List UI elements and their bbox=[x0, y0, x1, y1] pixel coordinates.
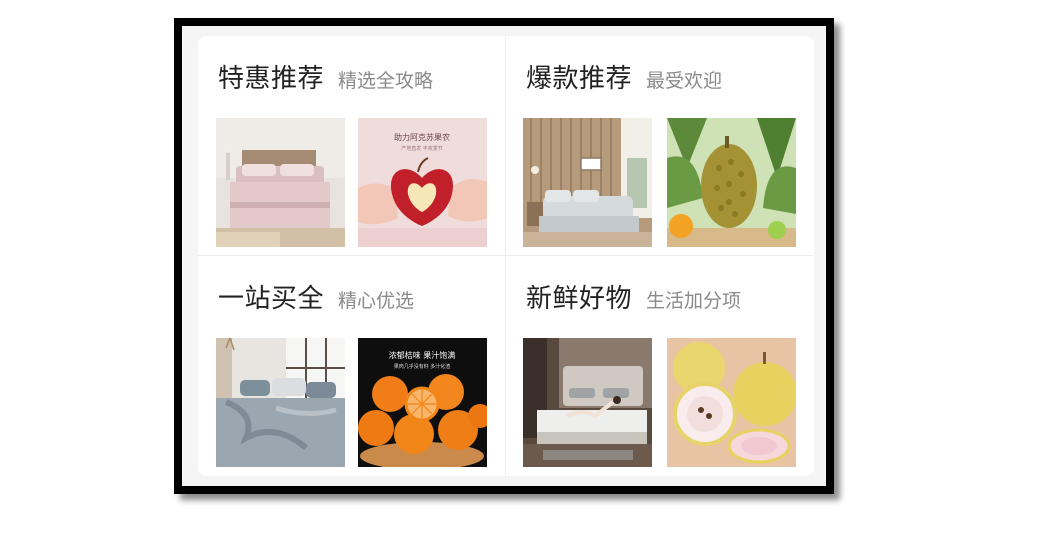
product-mattress[interactable] bbox=[523, 338, 652, 467]
product-snow-pear[interactable] bbox=[667, 338, 796, 467]
section-title[interactable]: 一站买全 bbox=[218, 278, 324, 315]
orange-fruit-image: 浓郁桔味 果汁饱满 果肉几乎没有籽 多汁化渣 bbox=[358, 338, 487, 467]
section-title[interactable]: 特惠推荐 bbox=[218, 58, 324, 95]
bedroom-wood-wall-image bbox=[523, 118, 652, 247]
section-subtitle[interactable]: 精选全攻略 bbox=[338, 66, 433, 93]
recommendation-panel: 特惠推荐 精选全攻略 助力阿克苏果农 产地直发 丰收季节 爆款推荐 最受欢迎 一… bbox=[198, 36, 814, 476]
gray-bedding-image bbox=[216, 338, 345, 467]
section-fresh-goods[interactable]: 新鲜好物 生活加分项 bbox=[506, 256, 814, 476]
screenshot-frame: 特惠推荐 精选全攻略 助力阿克苏果农 产地直发 丰收季节 爆款推荐 最受欢迎 一… bbox=[174, 18, 834, 494]
product-gray-bedding[interactable] bbox=[216, 338, 345, 467]
apple-heart-image: 助力阿克苏果农 产地直发 丰收季节 bbox=[358, 118, 487, 247]
section-header: 特惠推荐 精选全攻略 bbox=[218, 58, 433, 95]
orange-caption-line1: 浓郁桔味 果汁饱满 bbox=[389, 350, 456, 360]
durian-image bbox=[667, 118, 796, 247]
section-one-stop-shop[interactable]: 一站买全 精心优选 浓郁桔味 果汁饱满 果肉几乎没有籽 多汁化渣 bbox=[198, 256, 506, 476]
section-subtitle[interactable]: 精心优选 bbox=[338, 286, 414, 313]
apple-caption-line1: 助力阿克苏果农 bbox=[394, 132, 450, 142]
section-subtitle[interactable]: 生活加分项 bbox=[646, 286, 741, 313]
apple-caption-line2: 产地直发 丰收季节 bbox=[401, 145, 443, 152]
product-bedding-set[interactable] bbox=[216, 118, 345, 247]
product-aksu-apple[interactable]: 助力阿克苏果农 产地直发 丰收季节 bbox=[358, 118, 487, 247]
section-special-offers[interactable]: 特惠推荐 精选全攻略 助力阿克苏果农 产地直发 丰收季节 bbox=[198, 36, 506, 256]
section-header: 一站买全 精心优选 bbox=[218, 278, 414, 315]
section-title[interactable]: 爆款推荐 bbox=[526, 58, 632, 95]
bedding-set-image bbox=[216, 118, 345, 247]
product-oranges[interactable]: 浓郁桔味 果汁饱满 果肉几乎没有籽 多汁化渣 bbox=[358, 338, 487, 467]
mattress-image bbox=[523, 338, 652, 467]
section-title[interactable]: 新鲜好物 bbox=[526, 278, 632, 315]
section-header: 爆款推荐 最受欢迎 bbox=[526, 58, 722, 95]
orange-caption-line2: 果肉几乎没有籽 多汁化渣 bbox=[394, 363, 451, 370]
snow-pear-image bbox=[667, 338, 796, 467]
product-durian[interactable] bbox=[667, 118, 796, 247]
section-subtitle[interactable]: 最受欢迎 bbox=[646, 66, 722, 93]
section-hot-picks[interactable]: 爆款推荐 最受欢迎 bbox=[506, 36, 814, 256]
section-header: 新鲜好物 生活加分项 bbox=[526, 278, 741, 315]
product-bedroom-set[interactable] bbox=[523, 118, 652, 247]
